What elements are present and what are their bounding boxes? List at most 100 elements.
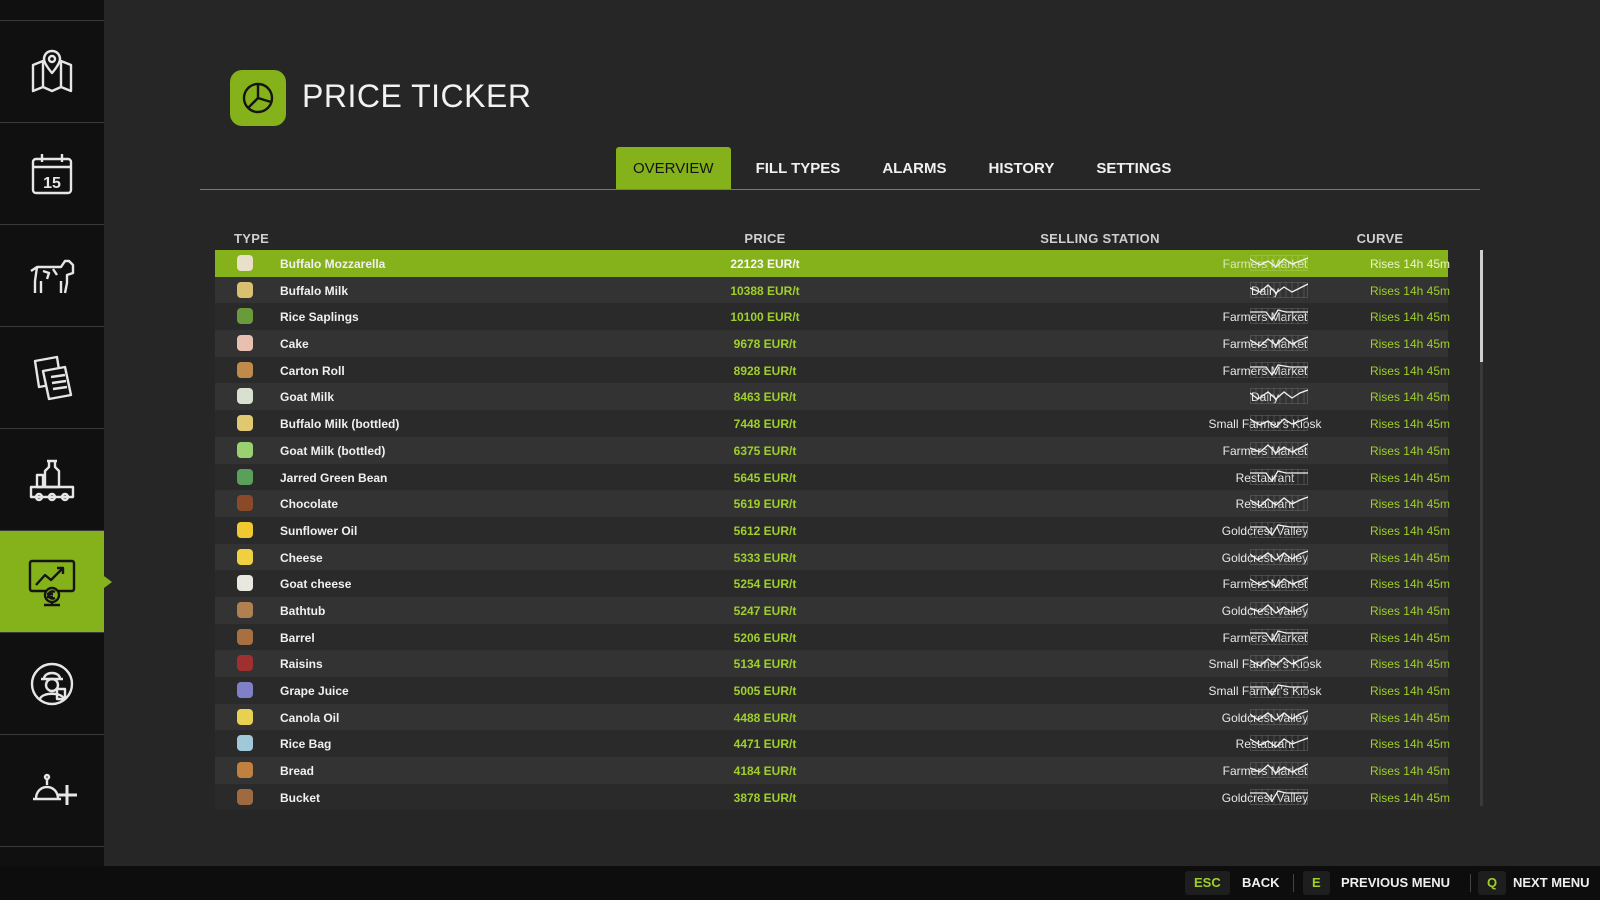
tab-underline: [200, 189, 1480, 190]
fill-type-icon: [237, 335, 253, 352]
tab-fill-types[interactable]: FILL TYPES: [739, 147, 858, 190]
table-row[interactable]: Buffalo Mozzarella 22123 EUR/t Farmers Mar…: [215, 250, 1450, 277]
fill-type-name: Raisins: [280, 657, 323, 672]
price-curve-sparkline: [1250, 361, 1308, 378]
table-row[interactable]: Chocolate 5619 EUR/t Restaurant Rises 14h 4…: [215, 490, 1450, 517]
table-row[interactable]: Cheese 5333 EUR/t Goldcrest Valley Rises 14…: [215, 543, 1450, 571]
table-row[interactable]: Bucket 3878 EUR/t Goldcrest Valley Rises 14…: [215, 783, 1450, 811]
table-row[interactable]: Rice Saplings 10100 EUR/t Farmers Market Ri…: [215, 303, 1450, 331]
trend-text: Rises 14h 45m: [1369, 577, 1451, 592]
trend-text: Rises 14h 45m: [1369, 470, 1451, 485]
price-curve-sparkline: [1250, 521, 1308, 538]
fill-type-icon: [237, 468, 253, 485]
sidebar-item-workers[interactable]: [0, 632, 104, 734]
price-curve-sparkline: [1250, 335, 1308, 352]
table-row[interactable]: Grape Juice 5005 EUR/t Small Farmer's Kios…: [215, 677, 1450, 704]
tab-overview[interactable]: OVERVIEW: [616, 147, 731, 190]
sidebar-item-help[interactable]: [0, 734, 104, 836]
tab-history[interactable]: HISTORY: [971, 147, 1071, 190]
price-curve-sparkline: [1250, 735, 1308, 752]
table-row[interactable]: Raisins 5134 EUR/t Small Farmer's Kiosk Ris…: [215, 650, 1450, 677]
column-header-type: TYPE: [234, 231, 270, 246]
fill-type-name: Bathtub: [280, 603, 326, 618]
trend-text: Rises 14h 45m: [1369, 603, 1451, 618]
tab-settings[interactable]: SETTINGS: [1079, 147, 1188, 190]
price-table: Buffalo Mozzarella 22123 EUR/t Farmers Mar…: [215, 250, 1450, 811]
price-curve-sparkline: [1250, 682, 1308, 698]
price-value: 4488 EUR/t: [733, 710, 797, 725]
fill-type-icon: [237, 788, 253, 805]
fill-type-name: Rice Bag: [280, 737, 332, 752]
table-row[interactable]: Buffalo Milk 10388 EUR/t Dairy Rises 14h 45…: [215, 276, 1450, 304]
scrollbar-thumb[interactable]: [1480, 250, 1483, 362]
sidebar-item-map[interactable]: [0, 20, 104, 122]
table-row[interactable]: Bread 4184 EUR/t Farmers Market Rises 14h 4…: [215, 757, 1450, 784]
price-value: 7448 EUR/t: [733, 417, 797, 432]
next-menu-button[interactable]: NEXT MENU: [1513, 875, 1590, 890]
fill-type-name: Chocolate: [280, 497, 339, 512]
farmer-icon: [30, 662, 74, 705]
footer-divider: [1293, 874, 1294, 892]
price-curve-sparkline: [1250, 548, 1308, 565]
price-value: 10100 EUR/t: [730, 310, 800, 325]
esc-key-badge[interactable]: ESC: [1185, 871, 1230, 895]
tab-bar: OVERVIEW FILL TYPES ALARMS HISTORY SETTI…: [616, 147, 1196, 190]
table-row[interactable]: Carton Roll 8928 EUR/t Farmers Market Rises…: [215, 356, 1450, 384]
trend-text: Rises 14h 45m: [1369, 310, 1451, 325]
table-row[interactable]: Canola Oil 4488 EUR/t Goldcrest Valley Rise…: [215, 703, 1450, 731]
fill-type-icon: [237, 628, 253, 645]
table-row[interactable]: Bathtub 5247 EUR/t Goldcrest Valley Rises 1…: [215, 596, 1450, 624]
price-value: 5134 EUR/t: [733, 657, 797, 672]
table-row[interactable]: Goat cheese 5254 EUR/t Farmers Market Rises…: [215, 570, 1450, 597]
fill-type-icon: [237, 308, 253, 325]
fill-type-name: Grape Juice: [280, 684, 349, 698]
price-curve-sparkline: [1250, 468, 1308, 485]
trend-text: Rises 14h 45m: [1369, 417, 1451, 432]
table-row[interactable]: Barrel 5206 EUR/t Farmers Market Rises 14h …: [215, 623, 1450, 651]
column-header-curve: CURVE: [1356, 231, 1404, 246]
fill-type-icon: [237, 548, 253, 565]
tab-alarms[interactable]: ALARMS: [865, 147, 963, 190]
price-value: 5206 EUR/t: [733, 630, 797, 645]
q-key-badge[interactable]: Q: [1478, 871, 1507, 895]
table-row[interactable]: Goat Milk (bottled) 6375 EUR/t Farmers Mar…: [215, 436, 1450, 464]
e-key-badge[interactable]: E: [1303, 871, 1330, 895]
sidebar-item-animals[interactable]: [0, 224, 104, 326]
sidebar-item-production[interactable]: [0, 428, 104, 530]
table-row[interactable]: Goat Milk 8463 EUR/t Dairy Rises 14h 45m: [215, 383, 1450, 411]
trend-text: Rises 14h 45m: [1369, 283, 1451, 298]
pie-chart-icon: [242, 82, 274, 114]
trend-text: Rises 14h 45m: [1369, 630, 1451, 645]
price-value: 5333 EUR/t: [733, 550, 797, 565]
table-row[interactable]: Rice Bag 4471 EUR/t Restaurant Rises 14h 45…: [215, 730, 1450, 758]
table-row[interactable]: Jarred Green Bean 5645 EUR/t Restaurant Ris…: [215, 463, 1450, 491]
price-curve-sparkline: [1250, 762, 1308, 779]
table-row[interactable]: Sunflower Oil 5612 EUR/t Goldcrest Valley R…: [215, 516, 1450, 544]
price-value: 6375 EUR/t: [733, 443, 797, 458]
sidebar-item-prices[interactable]: [0, 530, 112, 632]
fill-type-name: Buffalo Milk: [280, 283, 348, 298]
price-ticker-logo: [230, 70, 286, 126]
price-value: 4184 EUR/t: [733, 764, 797, 779]
trend-text: Rises 14h 45m: [1369, 523, 1451, 538]
trend-text: Rises 14h 45m: [1369, 657, 1451, 672]
table-row[interactable]: Cake 9678 EUR/t Farmers Market Rises 14h 45…: [215, 330, 1450, 357]
trend-text: Rises 14h 45m: [1369, 764, 1451, 779]
previous-menu-button[interactable]: PREVIOUS MENU: [1341, 875, 1450, 890]
fill-type-icon: [237, 655, 253, 672]
price-value: 5005 EUR/t: [733, 684, 797, 698]
price-value: 4471 EUR/t: [733, 737, 797, 752]
sidebar-item-contracts[interactable]: [0, 326, 104, 428]
price-value: 5247 EUR/t: [733, 603, 797, 618]
cow-icon: [30, 259, 75, 293]
fill-type-icon: [237, 682, 253, 698]
sidebar-divider: [0, 846, 104, 847]
table-row[interactable]: Buffalo Milk (bottled) 7448 EUR/t Small Fa…: [215, 410, 1450, 437]
price-curve-sparkline: [1250, 441, 1308, 458]
back-button[interactable]: BACK: [1242, 875, 1280, 890]
sidebar-item-calendar[interactable]: 15: [0, 122, 104, 224]
fill-type-icon: [237, 521, 253, 538]
price-value: 5254 EUR/t: [733, 577, 797, 592]
trend-text: Rises 14h 45m: [1369, 710, 1451, 725]
price-curve-sparkline: [1250, 495, 1308, 512]
